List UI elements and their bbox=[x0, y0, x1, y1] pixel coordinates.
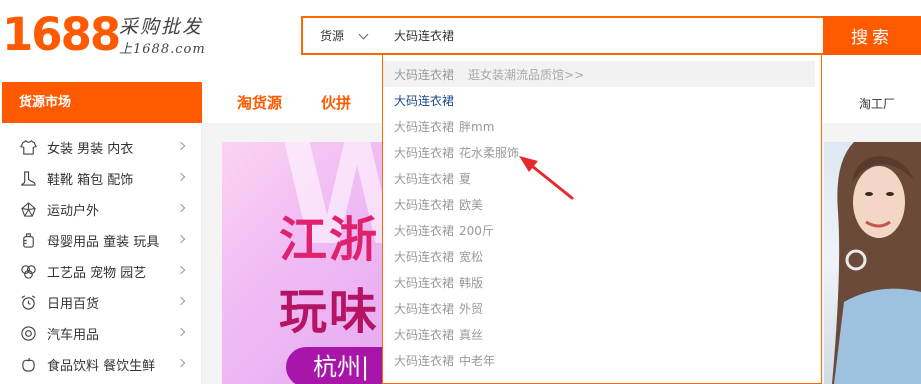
craft-icon bbox=[19, 263, 37, 281]
suggestion-item[interactable]: 大码连衣裙 韩版 bbox=[383, 269, 821, 295]
chevron-right-icon bbox=[176, 172, 186, 182]
suggestion-suffix: 外贸 bbox=[459, 301, 484, 316]
suggestion-keyword: 大码连衣裙 bbox=[394, 119, 455, 134]
category-label: 女装 男装 内衣 bbox=[47, 142, 134, 157]
suggestion-keyword: 大码连衣裙 bbox=[394, 301, 455, 316]
suggestion-item[interactable]: 大码连衣裙 中老年 bbox=[383, 347, 821, 373]
suggestion-suffix: 夏 bbox=[459, 171, 472, 186]
alarm-clock-icon bbox=[19, 294, 37, 312]
suggestion-suffix: 胖mm bbox=[459, 119, 495, 134]
category-item-sports[interactable]: 运动户外 bbox=[2, 194, 201, 225]
banner-title-line2: 玩味 bbox=[279, 284, 380, 340]
category-item-apparel[interactable]: 女装 男装 内衣 bbox=[2, 132, 201, 163]
suggestion-suffix: 中老年 bbox=[459, 353, 496, 368]
category-item-baby[interactable]: 母婴用品 童装 玩具 bbox=[2, 225, 201, 256]
search-button[interactable]: 搜索 bbox=[823, 16, 921, 55]
chevron-right-icon bbox=[176, 141, 186, 151]
suggestion-item[interactable]: 大码连衣裙 欧美 bbox=[383, 191, 821, 217]
chevron-right-icon bbox=[176, 296, 186, 306]
banner-pill: 杭州| bbox=[286, 347, 387, 384]
promo-banner[interactable]: W 江浙 玩味 杭州| bbox=[222, 142, 387, 384]
category-item-crafts[interactable]: 工艺品 宠物 园艺 bbox=[2, 256, 201, 287]
fruit-icon bbox=[19, 356, 37, 374]
suggestion-keyword: 大码连衣裙 bbox=[394, 249, 455, 264]
category-item-daily[interactable]: 日用百货 bbox=[2, 287, 201, 318]
suggestion-suffix: 宽松 bbox=[459, 249, 484, 264]
suggestion-keyword: 大码连衣裙 bbox=[394, 171, 455, 186]
baby-bottle-icon bbox=[19, 232, 37, 250]
suggestion-item[interactable]: 大码连衣裙 真丝 bbox=[383, 321, 821, 347]
page: 1688 采购批发 上1688.com 货源 搜索 淘货源 伙拼 淘工厂 货源市… bbox=[0, 0, 921, 384]
chevron-right-icon bbox=[176, 203, 186, 213]
suggestion-item[interactable]: 大码连衣裙 花水柔服饰 bbox=[383, 139, 821, 165]
suggestion-keyword: 大码连衣裙 bbox=[394, 145, 455, 160]
tire-icon bbox=[19, 325, 37, 343]
category-item-food[interactable]: 食品饮料 餐饮生鲜 bbox=[2, 349, 201, 380]
search-input[interactable] bbox=[383, 18, 813, 53]
category-label: 食品饮料 餐饮生鲜 bbox=[47, 359, 156, 374]
suggestion-keyword: 大码连衣裙 bbox=[394, 223, 455, 238]
logo-slogan: 采购批发 bbox=[119, 16, 204, 38]
site-logo[interactable]: 1688 采购批发 上1688.com bbox=[2, 8, 212, 61]
category-header: 货源市场 bbox=[2, 82, 202, 123]
search-type-select[interactable]: 货源 bbox=[303, 18, 383, 53]
suggestion-keyword: 大码连衣裙 bbox=[394, 67, 455, 82]
chevron-down-icon bbox=[358, 29, 369, 40]
suggestion-item[interactable]: 大码连衣裙 200斤 bbox=[383, 217, 821, 243]
suggestion-suffix: 花水柔服饰 bbox=[459, 145, 520, 160]
category-item-shoes-bags[interactable]: 鞋靴 箱包 配饰 bbox=[2, 163, 201, 194]
category-label: 工艺品 宠物 园艺 bbox=[47, 266, 147, 281]
search-bar: 货源 bbox=[301, 16, 823, 55]
category-list: 女装 男装 内衣 鞋靴 箱包 配饰 运动户外 母婴用品 童装 玩具 工艺品 宠物… bbox=[2, 123, 202, 384]
sport-icon bbox=[19, 201, 37, 219]
suggestion-item[interactable]: 大码连衣裙 夏 bbox=[383, 165, 821, 191]
suggestion-item[interactable]: 大码连衣裙 外贸 bbox=[383, 295, 821, 321]
chevron-right-icon bbox=[176, 358, 186, 368]
suggestion-item[interactable]: 大码连衣裙 胖mm bbox=[383, 113, 821, 139]
banner-title-line1: 江浙 bbox=[279, 212, 380, 268]
nav-tab-taohuoyuan[interactable]: 淘货源 bbox=[237, 92, 282, 113]
logo-number: 1688 bbox=[2, 8, 121, 61]
suggestion-keyword: 大码连衣裙 bbox=[394, 197, 455, 212]
suggestion-item[interactable]: 大码连衣裙 逛女装潮流品质馆>> bbox=[383, 61, 815, 87]
suggestion-suffix: 200斤 bbox=[459, 223, 494, 238]
chevron-right-icon bbox=[176, 265, 186, 275]
suggestion-keyword: 大码连衣裙 bbox=[394, 275, 455, 290]
suggestion-item[interactable]: 大码连衣裙 宽松 bbox=[383, 243, 821, 269]
search-type-label: 货源 bbox=[320, 29, 345, 43]
logo-domain: 上1688.com bbox=[119, 42, 206, 57]
search-suggestions: 大码连衣裙 逛女装潮流品质馆>> 大码连衣裙 大码连衣裙 胖mm 大码连衣裙 花… bbox=[382, 55, 822, 384]
shirt-icon bbox=[19, 139, 37, 157]
model-illustration bbox=[832, 142, 921, 384]
category-label: 鞋靴 箱包 配饰 bbox=[47, 173, 134, 188]
suggestion-suffix: 欧美 bbox=[459, 197, 484, 212]
suggestion-keyword: 大码连衣裙 bbox=[394, 353, 455, 368]
chevron-right-icon bbox=[176, 327, 186, 337]
category-label: 母婴用品 童装 玩具 bbox=[47, 235, 160, 250]
suggestion-suffix: 韩版 bbox=[459, 275, 484, 290]
nav-tab-huopin[interactable]: 伙拼 bbox=[321, 92, 351, 113]
suggestion-keyword: 大码连衣裙 bbox=[394, 327, 455, 342]
category-label: 运动户外 bbox=[47, 204, 100, 219]
nav-link-taogongchang[interactable]: 淘工厂 bbox=[859, 95, 895, 112]
suggestion-suffix: 逛女装潮流品质馆>> bbox=[468, 67, 585, 82]
suggestion-suffix: 真丝 bbox=[459, 327, 484, 342]
chevron-right-icon bbox=[176, 234, 186, 244]
category-label: 汽车用品 bbox=[47, 328, 100, 343]
suggestion-keyword: 大码连衣裙 bbox=[394, 93, 455, 108]
model-photo[interactable] bbox=[824, 142, 921, 384]
category-label: 日用百货 bbox=[47, 297, 100, 312]
boot-icon bbox=[19, 170, 37, 188]
category-item-auto[interactable]: 汽车用品 bbox=[2, 318, 201, 349]
suggestion-item[interactable]: 大码连衣裙 bbox=[383, 87, 821, 113]
